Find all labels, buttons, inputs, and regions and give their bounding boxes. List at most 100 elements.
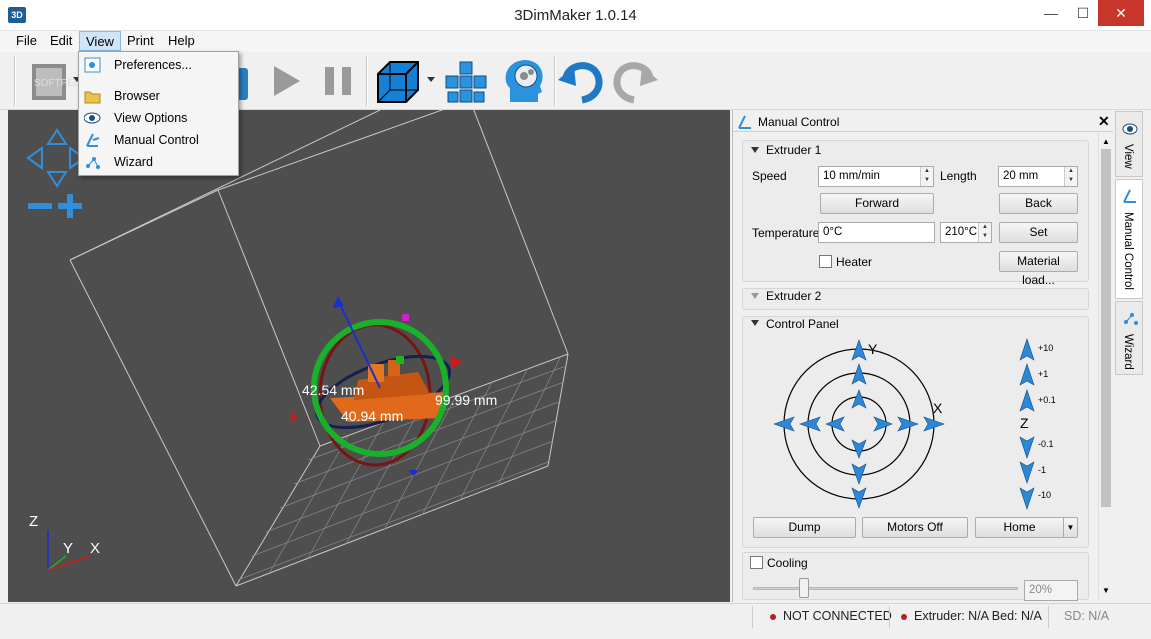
manual-control-icon [738,115,751,129]
menu-print[interactable]: Print [121,31,160,51]
eye-icon [84,112,101,124]
close-window-button[interactable]: ✕ [1098,0,1144,26]
menu-help[interactable]: Help [162,31,201,51]
menu-edit[interactable]: Edit [44,31,78,51]
eye-icon [1122,123,1138,135]
tab-label: Wizard [1122,334,1134,370]
toolbar-separator [14,56,16,106]
connection-status: NOT CONNECTED [783,609,892,623]
status-divider [1048,606,1049,628]
viewport-nav-controls [26,128,86,188]
menu-view[interactable]: View [79,31,121,51]
axis-y-line [47,555,67,571]
chevron-down-icon[interactable] [426,76,436,84]
menu-item-manual-control[interactable]: Manual Control [79,129,238,151]
menu-item-browser[interactable]: Browser [79,85,238,107]
cooling-checkbox[interactable] [750,556,763,569]
view-cube-icon[interactable] [374,58,422,106]
back-button[interactable]: Back [999,193,1078,214]
menu-file[interactable]: File [10,31,43,51]
material-load-button[interactable]: Material load... [999,251,1078,287]
heater-checkbox[interactable] [819,255,832,268]
status-divider [889,606,890,628]
x-axis-label: X [933,400,943,416]
3d-viewport[interactable]: 42.54 mm 40.94 mm 99.99 mm Z Y X [8,110,730,602]
preferences-icon [84,57,101,73]
pause-icon[interactable] [322,62,356,100]
axis-z-label: Z [29,513,39,530]
z-step-minus10: -10 [1038,490,1052,500]
maximize-button[interactable]: ☐ [1066,0,1100,26]
length-input[interactable]: 20 mm ▲ ▼ [998,166,1078,187]
axis-x-label: X [90,540,101,557]
menu-item-label: View Options [114,111,188,125]
measure-y-label: 40.94 mm [341,408,404,424]
z-step-minus01: -0.1 [1038,439,1054,449]
z-axis-label: Z [1020,415,1029,431]
collapse-arrow-icon[interactable] [751,147,759,153]
wizard-icon [1124,313,1138,325]
connection-led-icon [770,614,776,620]
undo-icon[interactable] [558,58,604,106]
sd-status: SD: N/A [1064,609,1110,623]
scroll-up-icon: ▲ [1102,137,1110,146]
scene-canvas [26,110,569,587]
menu-item-label: Browser [114,89,160,103]
menu-item-wizard[interactable]: Wizard [79,151,238,173]
tab-manual-control[interactable]: Manual Control [1115,179,1143,299]
tab-view[interactable]: View [1115,111,1143,177]
slice-cubes-icon[interactable] [442,58,490,106]
expand-arrow-icon[interactable] [751,293,759,299]
temperature-label: Temperature [752,226,820,240]
redo-icon[interactable] [612,58,658,106]
motors-off-button[interactable]: Motors Off [862,517,968,538]
home-button[interactable]: Home ▼ [975,517,1078,538]
play-icon[interactable] [268,62,304,100]
xy-jog-pad[interactable] [770,338,950,510]
manual-control-icon [1123,189,1136,203]
zoom-out-icon [28,203,52,209]
speed-input[interactable]: 10 mm/min ▲ ▼ [818,166,934,187]
toolbar-separator [366,56,368,106]
scroll-down-icon: ▼ [1102,586,1110,595]
extruder2-title: Extruder 2 [766,289,822,303]
window-title: 3DimMaker 1.0.14 [514,7,637,24]
z-step-minus1: -1 [1038,465,1047,475]
panel-scrollbar[interactable]: ▲ ▼ [1098,133,1113,601]
forward-button[interactable]: Forward [820,193,934,214]
build-volume-wireframe [69,110,569,587]
view-menu-dropdown: Preferences... Browser View Options Manu… [78,51,239,176]
open-model-icon[interactable]: SOFTPEDIA [28,58,78,104]
minimize-button[interactable]: — [1034,0,1068,26]
extruder1-title: Extruder 1 [766,143,822,157]
menu-item-label: Manual Control [114,133,199,147]
scrollbar-thumb [1101,149,1111,507]
cooling-slider-track[interactable] [753,587,1018,590]
cooling-slider-handle[interactable] [799,578,809,598]
home-dropdown-icon: ▼ [1063,518,1077,537]
axis-y-label: Y [63,540,74,557]
cooling-value[interactable]: 20% [1024,580,1078,601]
measure-x-label: 42.54 mm [302,382,365,398]
settings-head-icon[interactable] [500,56,550,106]
panel-title: Manual Control [758,115,840,129]
tab-label: Manual Control [1122,212,1134,290]
tab-wizard[interactable]: Wizard [1115,301,1143,375]
collapse-arrow-icon[interactable] [751,320,759,326]
manual-control-icon [86,133,100,147]
menu-item-label: Wizard [114,155,153,169]
folder-icon [84,91,101,104]
cooling-label: Cooling [767,556,808,570]
measure-z-label: 99.99 mm [435,392,498,408]
set-temperature-button[interactable]: Set [999,222,1078,243]
dump-button[interactable]: Dump [753,517,856,538]
temperature-target-input[interactable]: 210°C ▲ ▼ [940,222,992,243]
tab-label: View [1122,144,1134,169]
y-axis-label: Y [868,341,878,357]
temperature-readout: 0°C [818,222,935,243]
temperature-led-icon [901,614,907,620]
menu-item-preferences[interactable]: Preferences... [79,54,238,76]
menu-item-view-options[interactable]: View Options [79,107,238,129]
control-panel-title: Control Panel [766,317,839,331]
panel-close-button[interactable]: ✕ [1098,113,1110,130]
